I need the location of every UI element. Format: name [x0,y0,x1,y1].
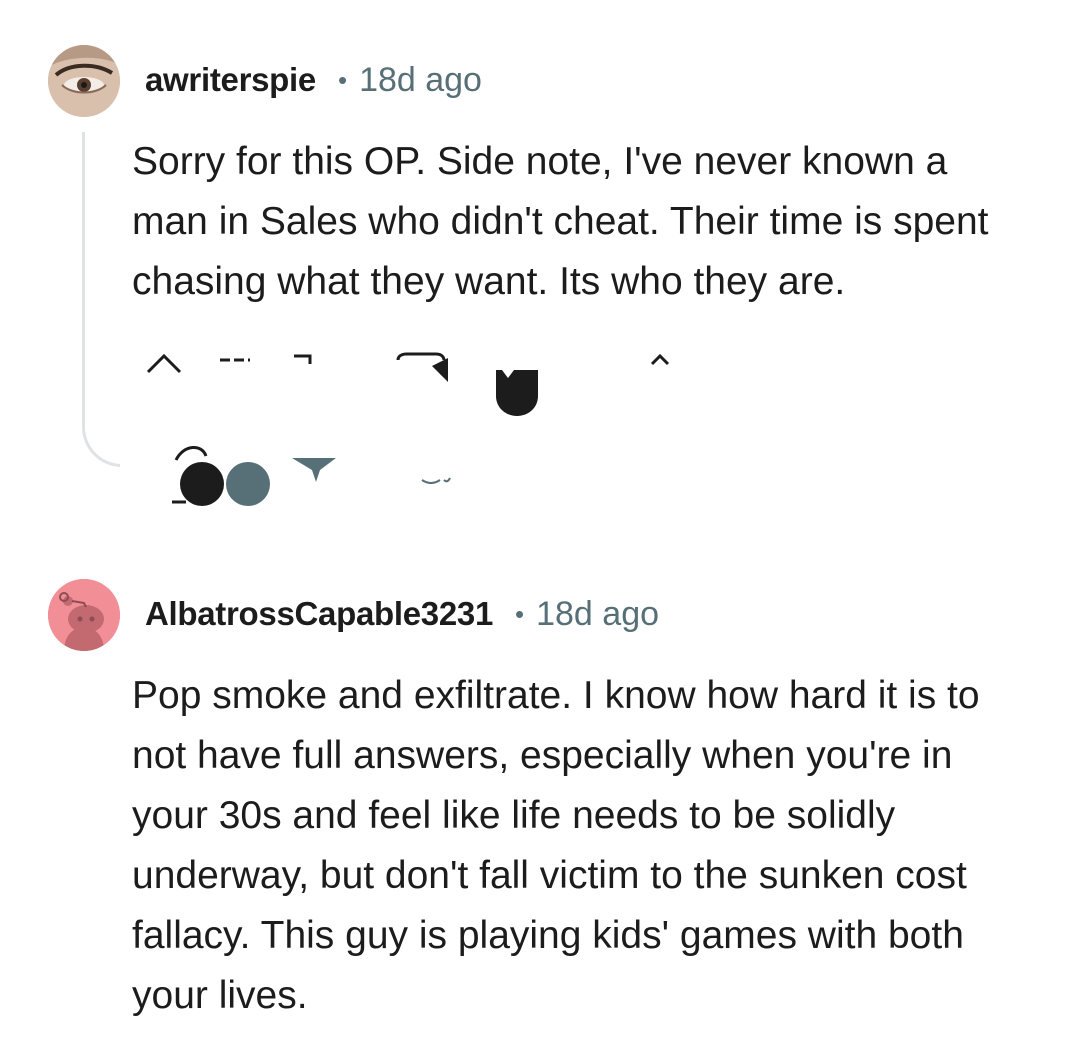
meta-separator: • [337,64,348,95]
user-avatar[interactable] [48,579,120,651]
username-link[interactable]: awriterspie [145,61,316,99]
timestamp: 18d ago [359,60,482,99]
comment: awriterspie • 18d ago Sorry for this OP.… [0,0,1080,540]
username-link[interactable]: AlbatrossCapable3231 [145,595,493,633]
share-icon[interactable] [494,368,542,418]
comment-actions-secondary [120,440,520,520]
comment-body: Sorry for this OP. Side note, I've never… [132,140,989,303]
comment-body: Pop smoke and exfiltrate. I know how har… [132,674,980,1017]
thread-corner-icon [120,456,138,496]
comment-actions [130,340,730,420]
upvote-icon[interactable] [144,348,184,378]
meta-separator: • [515,598,525,629]
snoo-avatar-icon [48,579,120,651]
user-avatar[interactable] [48,45,120,117]
comment: AlbatrossCapable3231 • 18d ago Pop smoke… [0,560,1080,1047]
downvote-icon[interactable] [218,356,258,366]
comment-meta: AlbatrossCapable3231 • 18d ago [145,589,659,639]
more-icon[interactable] [646,350,676,370]
comment-meta: awriterspie • 18d ago [145,55,482,105]
caret-down-icon[interactable] [290,454,340,484]
award-icon[interactable] [396,352,456,392]
ellipsis-icon[interactable] [416,474,456,484]
thread-line[interactable] [82,132,130,467]
reply-icon[interactable] [290,352,320,368]
avatar-group-icon[interactable] [172,444,272,508]
user-photo-avatar-icon [48,45,120,117]
timestamp: 18d ago [536,594,660,633]
